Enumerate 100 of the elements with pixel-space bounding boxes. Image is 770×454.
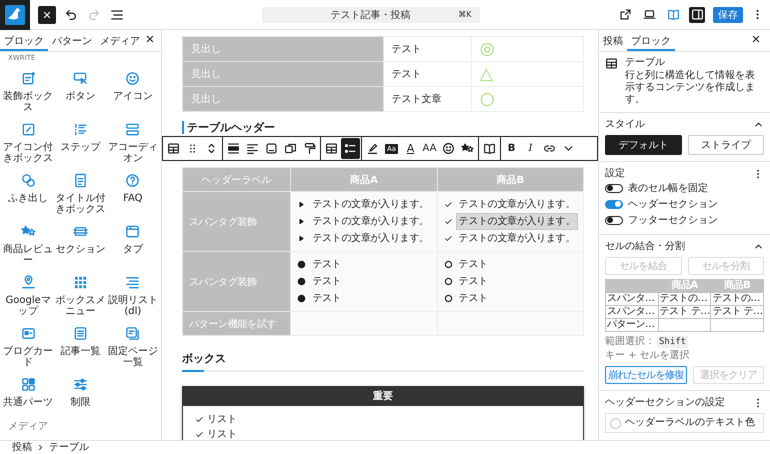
section-heading: ボックス bbox=[182, 352, 227, 366]
table-cell: テスト文章 bbox=[383, 86, 472, 112]
color-swatch bbox=[610, 418, 621, 428]
circle-bullet-icon bbox=[444, 277, 453, 286]
style-option[interactable]: デフォルト bbox=[605, 135, 682, 155]
panel-tab[interactable]: 投稿 bbox=[599, 30, 627, 51]
toolbar-button[interactable] bbox=[689, 6, 705, 22]
box-title: 重要 bbox=[183, 387, 583, 406]
table-cell: 商品B bbox=[710, 280, 764, 292]
block-item[interactable]: FAQ bbox=[106, 166, 159, 217]
panel-title: スタイル bbox=[605, 118, 645, 131]
block-item[interactable]: ボタン bbox=[54, 64, 107, 115]
list-text: テスト bbox=[311, 275, 342, 289]
speech-bubbles-icon bbox=[20, 173, 36, 188]
pen-icon bbox=[366, 142, 379, 155]
redo-icon bbox=[87, 8, 101, 22]
row-header: スパンタグ装飾 bbox=[182, 252, 291, 312]
close-icon[interactable] bbox=[750, 33, 762, 45]
style-option[interactable]: ストライプ bbox=[688, 135, 764, 155]
command-bar[interactable]: テスト記事・投稿 ⌘K bbox=[262, 6, 480, 22]
block-item[interactable]: ブログカード bbox=[2, 319, 54, 370]
undo-button[interactable] bbox=[64, 8, 78, 22]
column-header: 商品A bbox=[290, 168, 438, 192]
block-item[interactable]: 制限 bbox=[54, 370, 107, 421]
text-color-button[interactable]: A bbox=[401, 138, 420, 159]
block-item[interactable]: 装飾ボックス bbox=[2, 64, 54, 115]
block-item[interactable]: タブ bbox=[106, 217, 159, 268]
toolbar-button[interactable] bbox=[341, 138, 360, 159]
block-item[interactable]: 固定ページ一覧 bbox=[106, 319, 159, 370]
blocks-icon bbox=[20, 377, 36, 392]
block-item[interactable]: ステップ bbox=[54, 115, 107, 166]
external-link-icon bbox=[618, 8, 632, 21]
bold-button[interactable]: B bbox=[502, 138, 521, 159]
close-button[interactable] bbox=[38, 6, 56, 24]
table-cell: スパンタ… bbox=[606, 292, 658, 306]
table-cell: テスト bbox=[383, 62, 472, 86]
grid-icon bbox=[72, 275, 88, 290]
close-icon[interactable] bbox=[144, 33, 156, 45]
list-box-icon bbox=[72, 326, 88, 341]
breadcrumb-link[interactable]: テーブル bbox=[49, 442, 89, 454]
column-header: ヘッダーラベル bbox=[182, 168, 291, 192]
table-cell: 商品A bbox=[658, 280, 711, 292]
section-heading: テーブルヘッダー bbox=[182, 121, 275, 134]
triangle-bullet-icon bbox=[297, 200, 306, 209]
table-icon bbox=[605, 57, 618, 70]
panel-tab[interactable]: ブロック bbox=[627, 30, 675, 51]
block-item[interactable]: ボックスメニュー bbox=[54, 268, 107, 319]
color-option[interactable]: ヘッダーラベルのテキスト色 bbox=[605, 413, 764, 433]
stars-icon bbox=[461, 142, 474, 155]
panel-tab[interactable]: メディア bbox=[96, 30, 144, 51]
panel-title: ヘッダーセクションの設定 bbox=[605, 396, 725, 409]
block-item[interactable]: アイコン bbox=[106, 64, 159, 115]
rating-mark: ○ bbox=[471, 86, 584, 112]
row-header: スパンタグ装飾 bbox=[182, 192, 291, 252]
table-cell: 見出し bbox=[182, 36, 383, 62]
block-item[interactable]: アコーディオン bbox=[106, 115, 159, 166]
block-item[interactable]: Googleマップ bbox=[2, 268, 54, 319]
sidebar-icon bbox=[690, 8, 704, 21]
block-description: 行と列に構造化して情報を表示するコンテンツを作成します。 bbox=[625, 70, 756, 106]
list-text: テストの文章が入ります。 bbox=[456, 213, 578, 230]
block-item[interactable]: ふき出し bbox=[2, 166, 54, 217]
align-left-icon bbox=[246, 142, 259, 155]
toggle-switch[interactable] bbox=[605, 200, 623, 208]
panel-tab[interactable]: ブロック bbox=[0, 30, 48, 51]
list-text: テストの文章が入ります。 bbox=[311, 214, 430, 229]
block-title: テーブル bbox=[625, 57, 665, 70]
list-view-icon[interactable] bbox=[110, 8, 124, 22]
toggle-label: 表のセル幅を固定 bbox=[628, 182, 708, 195]
site-logo[interactable] bbox=[0, 0, 30, 30]
map-pin-icon bbox=[20, 275, 36, 290]
breadcrumb-link[interactable]: 投稿 bbox=[12, 442, 32, 454]
block-item[interactable]: セクション bbox=[54, 217, 107, 268]
keyboard-shortcut: ⌘K bbox=[458, 10, 472, 19]
note-icon bbox=[20, 71, 36, 86]
cell-button[interactable]: 崩れたセルを修復 bbox=[605, 366, 687, 384]
font-size-button[interactable]: AA bbox=[420, 138, 439, 159]
list-icon bbox=[344, 142, 357, 155]
toggle-switch[interactable] bbox=[605, 184, 623, 192]
block-item[interactable]: タイトル付きボックス bbox=[54, 166, 107, 217]
block-item[interactable]: 共通パーツ bbox=[2, 370, 54, 421]
list-text: テスト bbox=[458, 292, 489, 306]
block-item[interactable]: アイコン付きボックス bbox=[2, 115, 54, 166]
align-full-icon bbox=[227, 142, 240, 155]
save-button[interactable]: 保存 bbox=[713, 6, 743, 22]
triangle-bullet-icon bbox=[297, 217, 306, 226]
chevron-right-icon bbox=[36, 443, 45, 452]
list-text: テストの文章が入ります。 bbox=[458, 232, 576, 246]
card-icon bbox=[20, 326, 36, 341]
category-label: メディア bbox=[7, 421, 49, 433]
circle-bullet-icon bbox=[444, 294, 453, 303]
block-item[interactable]: 記事一覧 bbox=[54, 319, 107, 370]
dot-bullet-icon bbox=[297, 260, 306, 269]
toggle-switch[interactable] bbox=[605, 216, 623, 224]
block-item[interactable]: 説明リスト(dl) bbox=[106, 268, 159, 319]
table-cell: テスト bbox=[383, 36, 472, 62]
block-item[interactable]: 商品レビュー bbox=[2, 217, 54, 268]
italic-button[interactable]: I bbox=[521, 138, 540, 159]
panel-tab[interactable]: パターン bbox=[48, 30, 96, 51]
rating-mark: ◎ bbox=[471, 36, 584, 62]
list-text: テスト bbox=[458, 258, 489, 272]
